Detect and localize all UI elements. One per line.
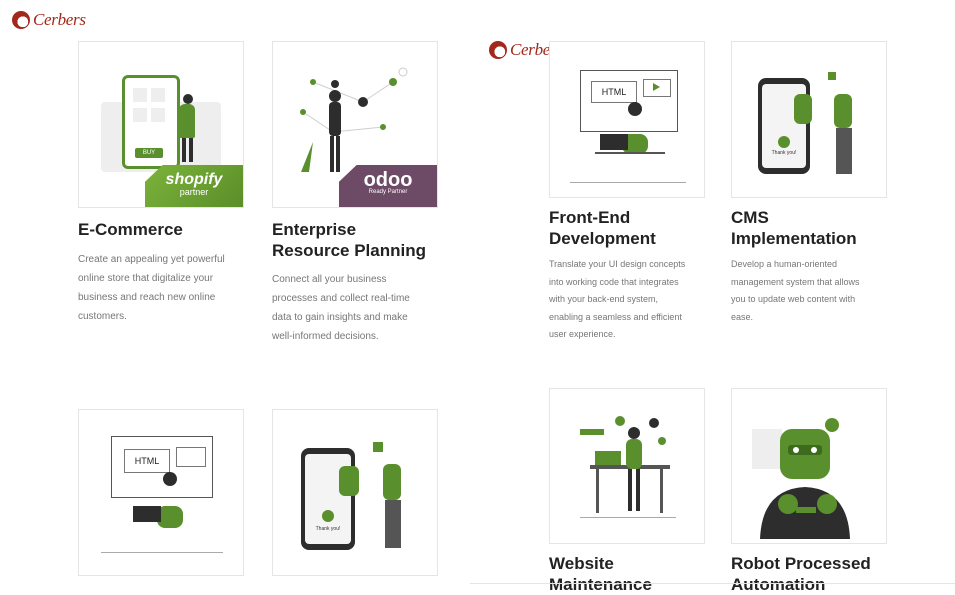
person-body <box>179 104 195 138</box>
ecommerce-illustration[interactable]: BUY shopify partner <box>78 41 244 208</box>
front-end-illustration-large[interactable]: HTML <box>78 409 244 576</box>
card-title[interactable]: Enterprise Resource Planning <box>272 219 426 261</box>
cms-illustration[interactable]: Thank you! <box>731 41 887 198</box>
shopify-partner-badge: shopify partner <box>145 165 243 207</box>
shopping-phone-icon: BUY <box>122 75 180 169</box>
card-description: Connect all your business processes and … <box>272 274 410 342</box>
html-developer-icon: HTML <box>111 436 213 498</box>
person-head <box>183 94 193 104</box>
brand-name: Cerbers <box>33 10 86 29</box>
divider <box>470 583 955 584</box>
maintenance-illustration[interactable] <box>549 388 705 544</box>
brand-logo[interactable]: Cerbers <box>12 10 86 30</box>
html-label: HTML <box>124 449 170 473</box>
badge-brand: odoo <box>363 169 413 191</box>
cms-illustration-large[interactable]: Thank you! <box>272 409 438 576</box>
card-title[interactable]: CMS Implementation <box>731 207 857 249</box>
card-description: Translate your UI design concepts into w… <box>549 259 686 339</box>
cerbers-logo-icon <box>12 11 30 29</box>
badge-sub: partner <box>179 187 209 197</box>
erp-illustration[interactable]: odoo Ready Partner <box>272 41 438 208</box>
badge-brand: shopify <box>165 171 223 188</box>
rpa-illustration[interactable] <box>731 388 887 544</box>
juggling-desk-icon <box>580 416 676 518</box>
cerbers-logo-icon <box>489 41 507 59</box>
badge-sub: Ready Partner <box>368 189 408 195</box>
card-title[interactable]: Front-End Development <box>549 207 656 249</box>
person-head <box>628 102 642 116</box>
person-left <box>794 94 812 124</box>
buy-label: BUY <box>135 148 163 158</box>
html-label: HTML <box>591 81 637 103</box>
thank-you-text: Thank you! <box>771 150 797 156</box>
robot-icon <box>752 418 850 539</box>
card-description: Develop a human-oriented management syst… <box>731 259 860 322</box>
card-title[interactable]: Robot Processed Automation <box>731 553 871 595</box>
odoo-partner-badge: odoo Ready Partner <box>339 165 437 207</box>
person-right <box>834 94 852 128</box>
card-description: Create an appealing yet powerful online … <box>78 254 225 322</box>
phone-thank-you-icon: Thank you! <box>301 448 355 550</box>
card-title[interactable]: E-Commerce <box>78 219 183 240</box>
html-developer-icon: HTML <box>580 70 678 132</box>
card-title[interactable]: Website Maintenance <box>549 553 652 595</box>
front-end-illustration[interactable]: HTML <box>549 41 705 198</box>
thank-you-text: Thank you! <box>315 526 341 532</box>
laptop <box>600 134 628 150</box>
phone-thank-you-icon: Thank you! <box>758 78 810 174</box>
